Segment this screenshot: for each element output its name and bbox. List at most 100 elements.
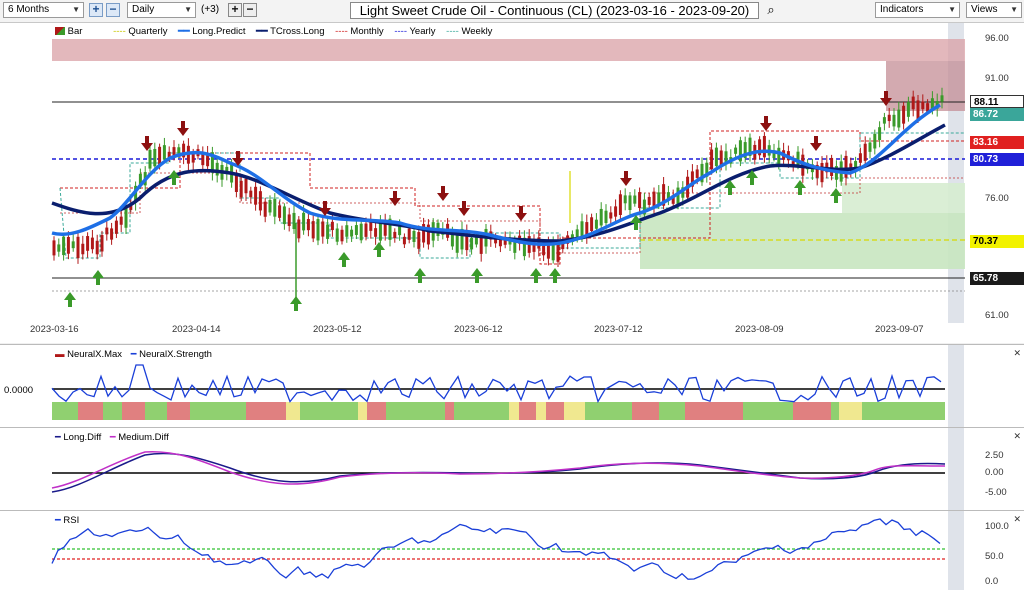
neural-max-segment [190, 402, 198, 420]
price-label-support: 65.78 [970, 272, 1024, 285]
neural-max-segment [612, 402, 632, 420]
legend-tcross: TCross.Long [270, 26, 325, 37]
candle-body [710, 149, 714, 170]
neural-max-segment [497, 402, 509, 420]
close-icon[interactable]: ✕ [1013, 514, 1021, 525]
neural-max-segment [145, 402, 167, 420]
offset-increase-button[interactable]: + [228, 3, 242, 17]
candle-body [287, 214, 291, 226]
neural-max-segment [831, 402, 839, 420]
neural-max-segment [300, 402, 317, 420]
price-legend: Bar ---- Quarterly ━━ Long.Predict ━━ TC… [55, 26, 492, 37]
candle-body [407, 228, 411, 240]
neural-scroll-region[interactable] [948, 345, 964, 427]
candle-body [940, 95, 944, 102]
neural-legend: ▬ NeuralX.Max ━ NeuralX.Strength [55, 349, 212, 360]
candle-body [90, 237, 94, 250]
price-label-yearly: 80.73 [970, 153, 1024, 166]
neural-max-segment [342, 402, 358, 420]
candle-body [330, 221, 334, 231]
medium-diff-line [51, 451, 946, 489]
close-icon[interactable]: ✕ [1013, 431, 1021, 442]
neural-max-segment [839, 402, 862, 420]
x-tick: 2023-06-12 [454, 324, 503, 335]
neural-strength-line [51, 364, 942, 404]
candle-body [623, 195, 627, 204]
sell-arrow-icon [884, 91, 888, 99]
buy-arrow-icon [553, 275, 557, 283]
price-chart[interactable] [0, 23, 1024, 343]
neural-max-segment [793, 402, 815, 420]
zoom-in-button[interactable]: + [89, 3, 103, 17]
chevron-down-icon: ▼ [1010, 5, 1018, 14]
candle-body [282, 206, 286, 225]
candle-body [350, 229, 354, 237]
candle-body [100, 235, 104, 252]
neural-max-segment [727, 402, 743, 420]
candle-body [906, 102, 910, 117]
rsi-pane[interactable]: ━ RSI 100.0 50.0 0.0 ✕ [0, 510, 1024, 590]
price-pane[interactable]: Bar ---- Quarterly ━━ Long.Predict ━━ TC… [0, 23, 1024, 343]
candle-body [599, 208, 603, 226]
chevron-down-icon: ▼ [184, 5, 192, 14]
candle-body [590, 217, 594, 232]
sell-arrow-icon [181, 121, 185, 129]
y-tick: 61.00 [985, 310, 1009, 321]
buy-arrow-icon [418, 275, 422, 283]
neural-max-segment [386, 402, 404, 420]
diff-scroll-region[interactable] [948, 428, 964, 510]
sell-arrow-icon [323, 201, 327, 209]
x-tick: 2023-05-12 [313, 324, 362, 335]
y-tick: 91.00 [985, 73, 1009, 84]
neural-max-segment [546, 402, 564, 420]
rsi-chart[interactable] [0, 511, 1024, 590]
rsi-scroll-region[interactable] [948, 511, 964, 590]
toolbar: 6 Months ▼ + − Daily ▼ (+3) + − Light Swee… [0, 0, 1024, 23]
legend-neural-max: NeuralX.Max [67, 349, 123, 360]
candle-body [119, 216, 123, 225]
interval-dropdown[interactable]: Daily ▼ [127, 2, 196, 18]
candle-body [609, 212, 613, 219]
candle-body [614, 206, 618, 217]
candle-body [734, 147, 738, 154]
candle-body [273, 198, 277, 217]
neural-max-segment [454, 402, 481, 420]
sell-arrow-icon [462, 201, 466, 209]
candle-body [249, 190, 253, 198]
buy-arrow-icon [728, 187, 732, 195]
neural-pane[interactable]: ▬ NeuralX.Max ━ NeuralX.Strength 0.0000 … [0, 344, 1024, 427]
buy-arrow-icon [172, 177, 176, 185]
close-icon[interactable]: ✕ [1013, 348, 1021, 359]
candle-body [71, 241, 75, 249]
legend-medium-diff: Medium.Diff [118, 432, 169, 443]
candle-body [647, 196, 651, 205]
neural-max-segment [52, 402, 61, 420]
candle-body [474, 237, 478, 245]
buy-arrow-icon [834, 195, 838, 203]
legend-rsi: RSI [63, 515, 80, 526]
search-icon[interactable]: ⌕ [763, 2, 779, 18]
buy-arrow-icon [96, 277, 100, 285]
legend-yearly: Yearly [409, 26, 436, 37]
candle-body [580, 221, 584, 237]
candle-body [882, 117, 886, 124]
offset-decrease-button[interactable]: − [243, 3, 257, 17]
indicators-dropdown[interactable]: Indicators ▼ [875, 2, 960, 18]
zoom-out-button[interactable]: − [106, 3, 120, 17]
y-tick: 76.00 [985, 193, 1009, 204]
candle-body [911, 96, 915, 110]
neural-max-segment [246, 402, 272, 420]
symbol-title[interactable]: Light Sweet Crude Oil - Continuous (CL) … [350, 2, 759, 19]
chevron-down-icon: ▼ [948, 5, 956, 14]
views-dropdown[interactable]: Views ▼ [966, 2, 1022, 18]
candle-body [297, 219, 301, 239]
candle-body [638, 192, 642, 208]
diff-pane[interactable]: ━ Long.Diff ━ Medium.Diff 2.50 0.00 -5.0… [0, 427, 1024, 510]
neural-max-segment [481, 402, 489, 420]
period-dropdown[interactable]: 6 Months ▼ [3, 2, 84, 18]
resistance-zone-recent [886, 61, 965, 111]
neural-max-segment [103, 402, 122, 420]
sell-arrow-icon [145, 136, 149, 144]
candle-body [378, 222, 382, 241]
candle-body [777, 147, 781, 165]
